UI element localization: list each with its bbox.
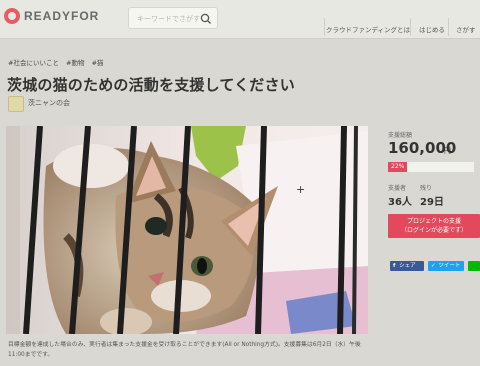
supporters-label: 支援者 (388, 185, 407, 192)
owner-name[interactable]: 茨ニャンの会 (28, 98, 70, 108)
mouse-cursor-icon: + (296, 183, 306, 196)
nav-start-link[interactable]: はじめる (419, 24, 445, 34)
nav-divider (324, 18, 325, 36)
line-share-button[interactable] (468, 261, 480, 271)
twitter-bird-icon: ✓ (431, 263, 436, 269)
twitter-share-label: ツイート (438, 263, 461, 269)
support-button-sublabel: （ログインが必要です） (400, 227, 467, 234)
readyfor-logo[interactable]: READYFOR (4, 8, 99, 24)
amount-unit: 円 (444, 147, 451, 155)
nav-crowdfunding-link[interactable]: クラウドファンディングとは (326, 24, 410, 34)
facebook-share-label: シェア (399, 263, 416, 269)
nav-divider (448, 18, 449, 36)
supporters-value: 36人 (388, 197, 412, 208)
nav-search-link[interactable]: さがす (456, 24, 476, 34)
facebook-icon: f (393, 263, 396, 269)
project-main-image (6, 126, 368, 334)
funding-progress-bar: 22% (388, 162, 474, 172)
remaining-value: 29日 (420, 197, 444, 208)
search-icon[interactable] (198, 11, 214, 27)
tag-cats[interactable]: #猫 (92, 59, 104, 67)
funding-rule-text: 目標金額を達成した場合のみ、実行者は集まった支援金を受け取ることができます(Al… (8, 342, 361, 358)
logo-text: READYFOR (24, 9, 100, 23)
support-button-label: プロジェクトの支援 (406, 218, 461, 225)
funding-progress-fill: 22% (388, 162, 407, 172)
support-project-button[interactable]: プロジェクトの支援 （ログインが必要です） (388, 214, 480, 238)
project-tags: #社会にいいこと #動物 #猫 (8, 57, 109, 67)
project-title: 茨城の猫のための活動を支援してください (7, 76, 295, 94)
twitter-share-button[interactable]: ✓ ツイート (428, 261, 464, 271)
amount-label: 支援総額 (388, 132, 413, 139)
remaining-label: 残り (420, 185, 433, 192)
tag-social-good[interactable]: #社会にいいこと (8, 59, 59, 67)
facebook-share-button[interactable]: f シェア (390, 261, 424, 271)
site-header: READYFOR キーワードでさがす クラウドファンディングとは はじめる さが… (0, 0, 480, 39)
tag-animals[interactable]: #動物 (66, 59, 84, 67)
logo-mark-icon (4, 8, 20, 24)
nav-divider (410, 18, 411, 36)
owner-avatar[interactable] (8, 96, 24, 112)
